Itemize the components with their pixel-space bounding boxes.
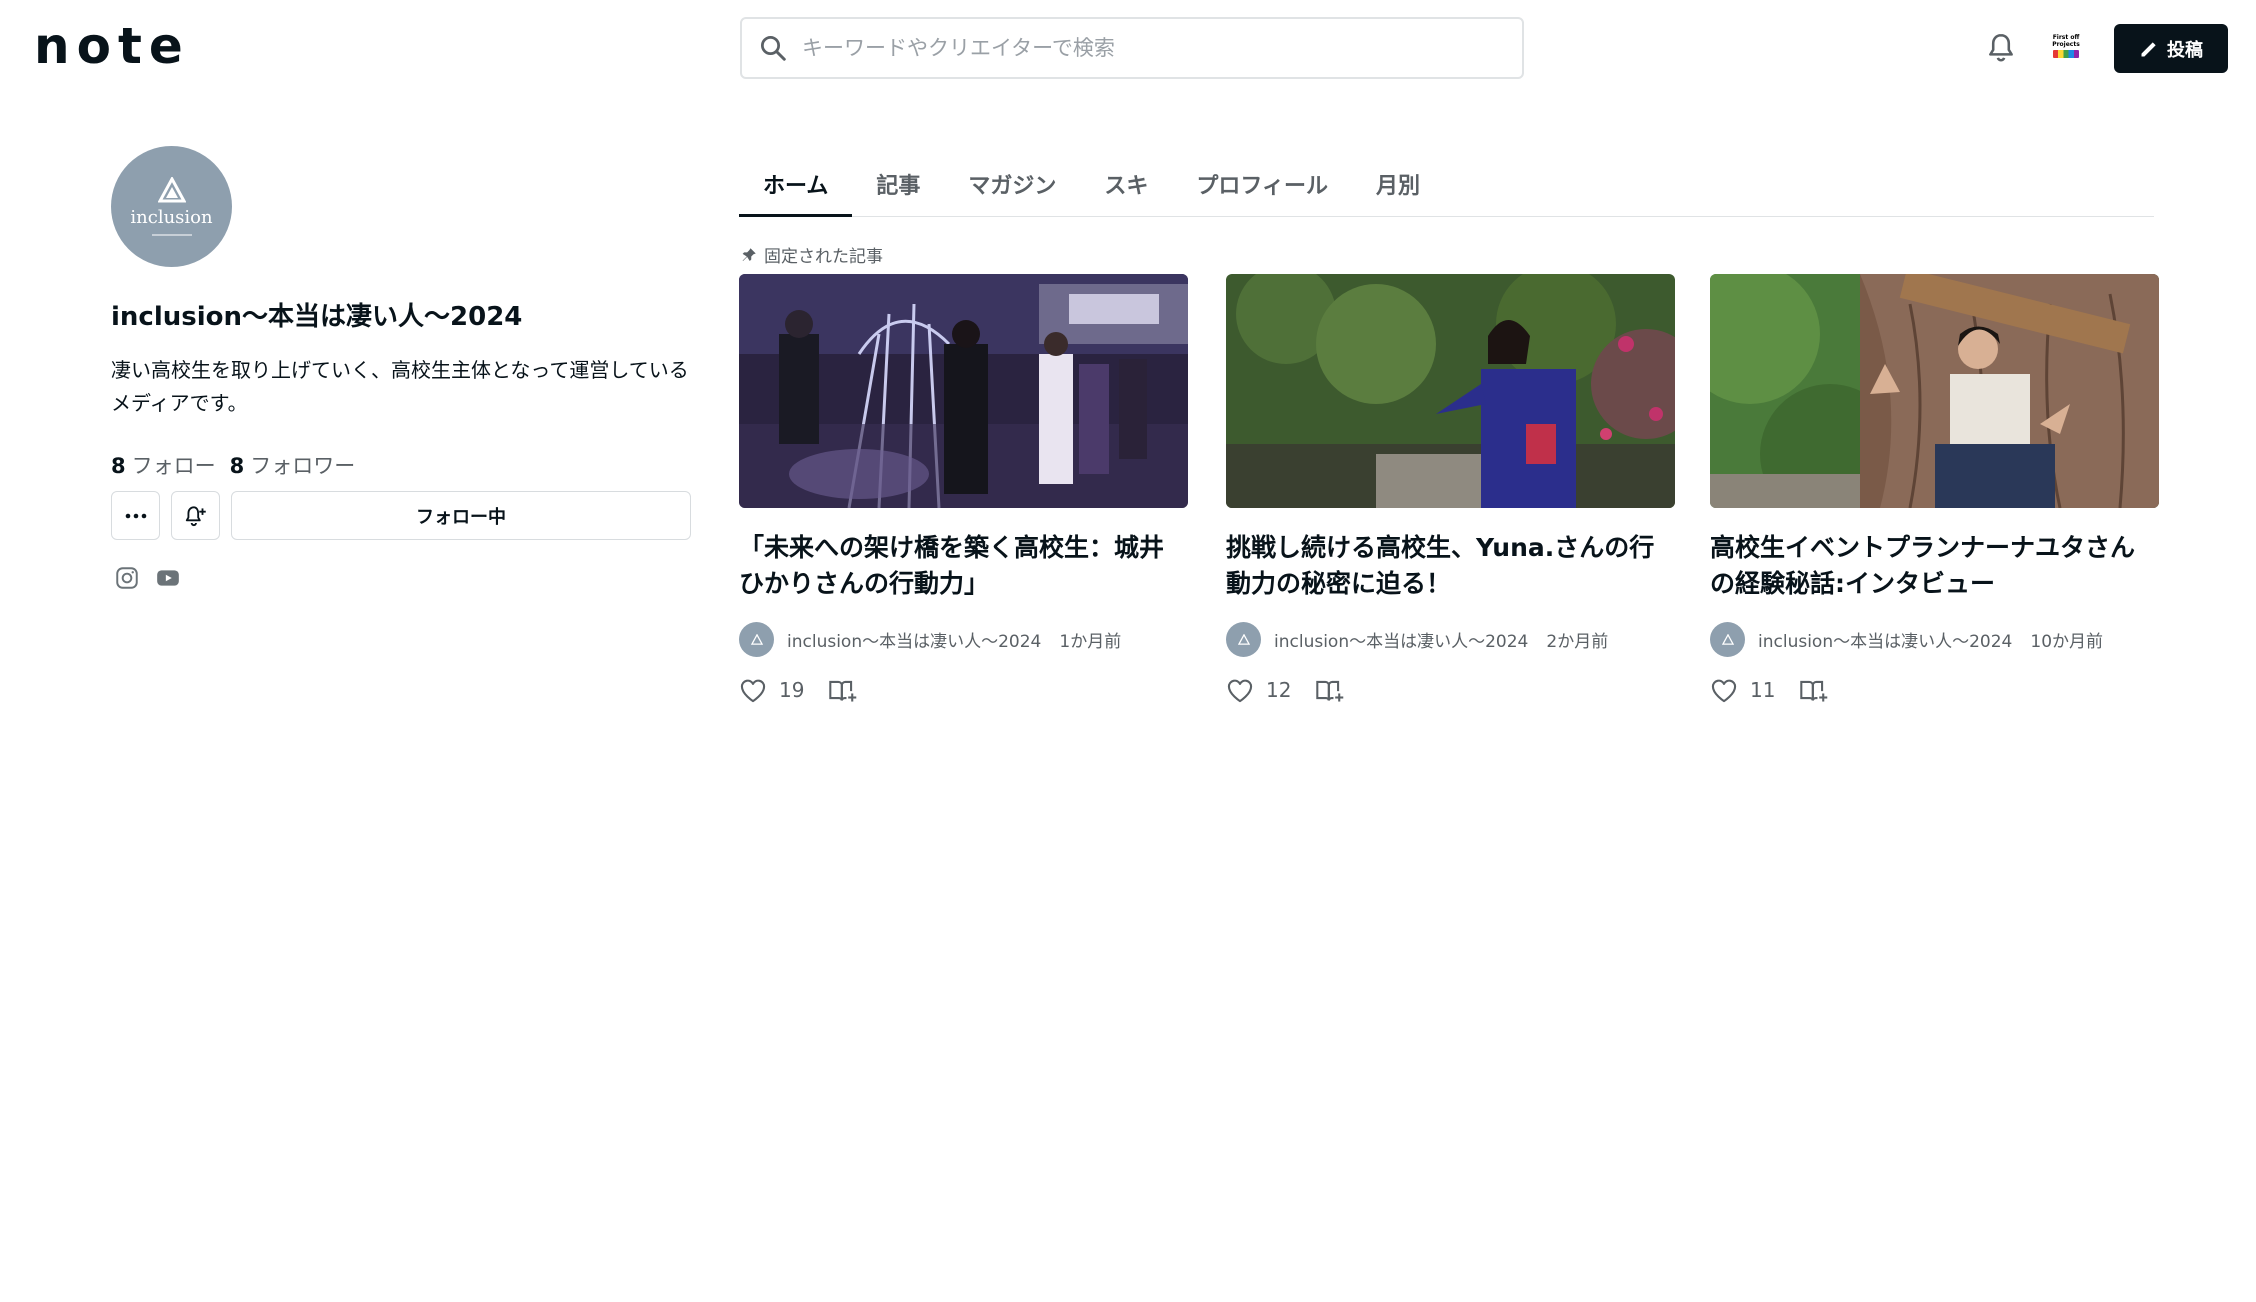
search-input[interactable] xyxy=(802,36,1482,60)
profile-tabs: ホーム 記事 マガジン スキ プロフィール 月別 xyxy=(739,150,2154,217)
article-meta: inclusion〜本当は凄い人〜2024 1か月前 xyxy=(739,622,1188,657)
article-thumbnail[interactable] xyxy=(739,274,1188,508)
article-photo-kimono-garden xyxy=(1226,274,1675,508)
logo-triangle-icon xyxy=(157,177,186,203)
like-count: 19 xyxy=(779,678,805,702)
heart-icon[interactable] xyxy=(739,677,767,703)
article-thumbnail[interactable] xyxy=(1710,274,2159,508)
account-avatar[interactable]: First off Projects xyxy=(2048,28,2084,64)
author-name[interactable]: inclusion〜本当は凄い人〜2024 xyxy=(787,627,1041,652)
following-link[interactable]: 8 フォロー xyxy=(111,450,216,480)
notification-bell-icon[interactable] xyxy=(1984,30,2018,66)
post-button-label: 投稿 xyxy=(2167,39,2203,61)
article-photo-night-illumination xyxy=(739,274,1188,508)
bell-plus-icon xyxy=(185,505,206,526)
pencil-icon xyxy=(2141,41,2156,56)
like-count: 11 xyxy=(1750,678,1776,702)
article-title[interactable]: 「未来への架け橋を築く高校生：城井ひかりさんの行動力」 xyxy=(739,530,1188,602)
article-actions: 11 xyxy=(1710,677,2159,703)
account-badge-colorbar xyxy=(2053,50,2079,58)
pinned-text: 固定された記事 xyxy=(764,247,883,267)
following-count: 8 xyxy=(111,454,126,478)
tab-magazines[interactable]: マガジン xyxy=(944,150,1080,217)
logo-text: note xyxy=(34,17,190,75)
tab-profile[interactable]: プロフィール xyxy=(1172,150,1352,217)
author-name[interactable]: inclusion〜本当は凄い人〜2024 xyxy=(1274,627,1528,652)
article-time: 10か月前 xyxy=(2030,632,2104,652)
follow-stats: 8 フォロー 8 フォロワー xyxy=(111,450,355,480)
followers-link[interactable]: 8 フォロワー xyxy=(230,450,356,480)
author-avatar[interactable] xyxy=(1226,622,1261,657)
like-count: 12 xyxy=(1266,678,1292,702)
more-options-button[interactable] xyxy=(111,491,160,540)
followers-count: 8 xyxy=(229,454,245,478)
following-label: フォロー xyxy=(131,454,216,478)
avatar-text: inclusion xyxy=(130,207,213,228)
profile-bio: 凄い高校生を取り上げていく、高校生主体となって運営しているメディアです。 xyxy=(111,358,689,415)
article-time: 1か月前 xyxy=(1059,632,1122,652)
article-time: 2か月前 xyxy=(1546,632,1609,652)
article-meta: inclusion〜本当は凄い人〜2024 2か月前 xyxy=(1226,622,1675,657)
tab-monthly[interactable]: 月別 xyxy=(1352,150,1444,217)
post-button[interactable]: 投稿 xyxy=(2114,24,2228,73)
tab-likes[interactable]: スキ xyxy=(1080,150,1172,217)
pinned-label: 固定された記事 xyxy=(740,242,883,267)
avatar-underline xyxy=(151,234,192,236)
article-card[interactable]: 高校生イベントプランナーナユタさんの経験秘話:インタビュー inclusion〜… xyxy=(1710,274,2159,703)
article-card[interactable]: 挑戦し続ける高校生、Yuna.さんの行動力の秘密に迫る！ inclusion〜本… xyxy=(1226,274,1675,703)
followers-label: フォロワー xyxy=(250,454,356,478)
youtube-icon[interactable] xyxy=(155,565,181,591)
article-title[interactable]: 高校生イベントプランナーナユタさんの経験秘話:インタビュー xyxy=(1710,530,2159,602)
article-meta: inclusion〜本当は凄い人〜2024 10か月前 xyxy=(1710,622,2159,657)
logo-triangle-icon xyxy=(1721,634,1734,645)
article-actions: 12 xyxy=(1226,677,1675,703)
author-avatar[interactable] xyxy=(1710,622,1745,657)
tab-home[interactable]: ホーム xyxy=(739,150,853,217)
tab-articles[interactable]: 記事 xyxy=(852,150,944,217)
author-avatar[interactable] xyxy=(739,622,774,657)
article-card[interactable]: 「未来への架け橋を築く高校生：城井ひかりさんの行動力」 inclusion〜本当… xyxy=(739,274,1188,703)
account-badge-text: First off Projects xyxy=(2052,34,2080,48)
search-icon xyxy=(761,36,786,61)
instagram-icon[interactable] xyxy=(114,565,140,591)
add-to-magazine-icon[interactable] xyxy=(1799,677,1829,703)
profile-name: inclusion〜本当は凄い人〜2024 xyxy=(111,302,523,332)
profile-avatar: inclusion xyxy=(111,146,232,267)
article-title[interactable]: 挑戦し続ける高校生、Yuna.さんの行動力の秘密に迫る！ xyxy=(1226,530,1675,602)
logo-triangle-icon xyxy=(750,634,763,645)
notification-add-button[interactable] xyxy=(171,491,220,540)
add-to-magazine-icon[interactable] xyxy=(1315,677,1345,703)
search-box[interactable] xyxy=(740,17,1524,79)
article-photo-skytree-sign xyxy=(1710,274,2159,508)
note-logo[interactable]: note xyxy=(34,17,190,75)
pin-icon xyxy=(742,247,756,261)
article-thumbnail[interactable] xyxy=(1226,274,1675,508)
heart-icon[interactable] xyxy=(1710,677,1738,703)
heart-icon[interactable] xyxy=(1226,677,1254,703)
following-button[interactable]: フォロー中 xyxy=(231,491,691,540)
logo-triangle-icon xyxy=(1237,634,1250,645)
author-name[interactable]: inclusion〜本当は凄い人〜2024 xyxy=(1758,627,2012,652)
add-to-magazine-icon[interactable] xyxy=(828,677,858,703)
more-dots-icon xyxy=(125,513,146,518)
article-actions: 19 xyxy=(739,677,1188,703)
